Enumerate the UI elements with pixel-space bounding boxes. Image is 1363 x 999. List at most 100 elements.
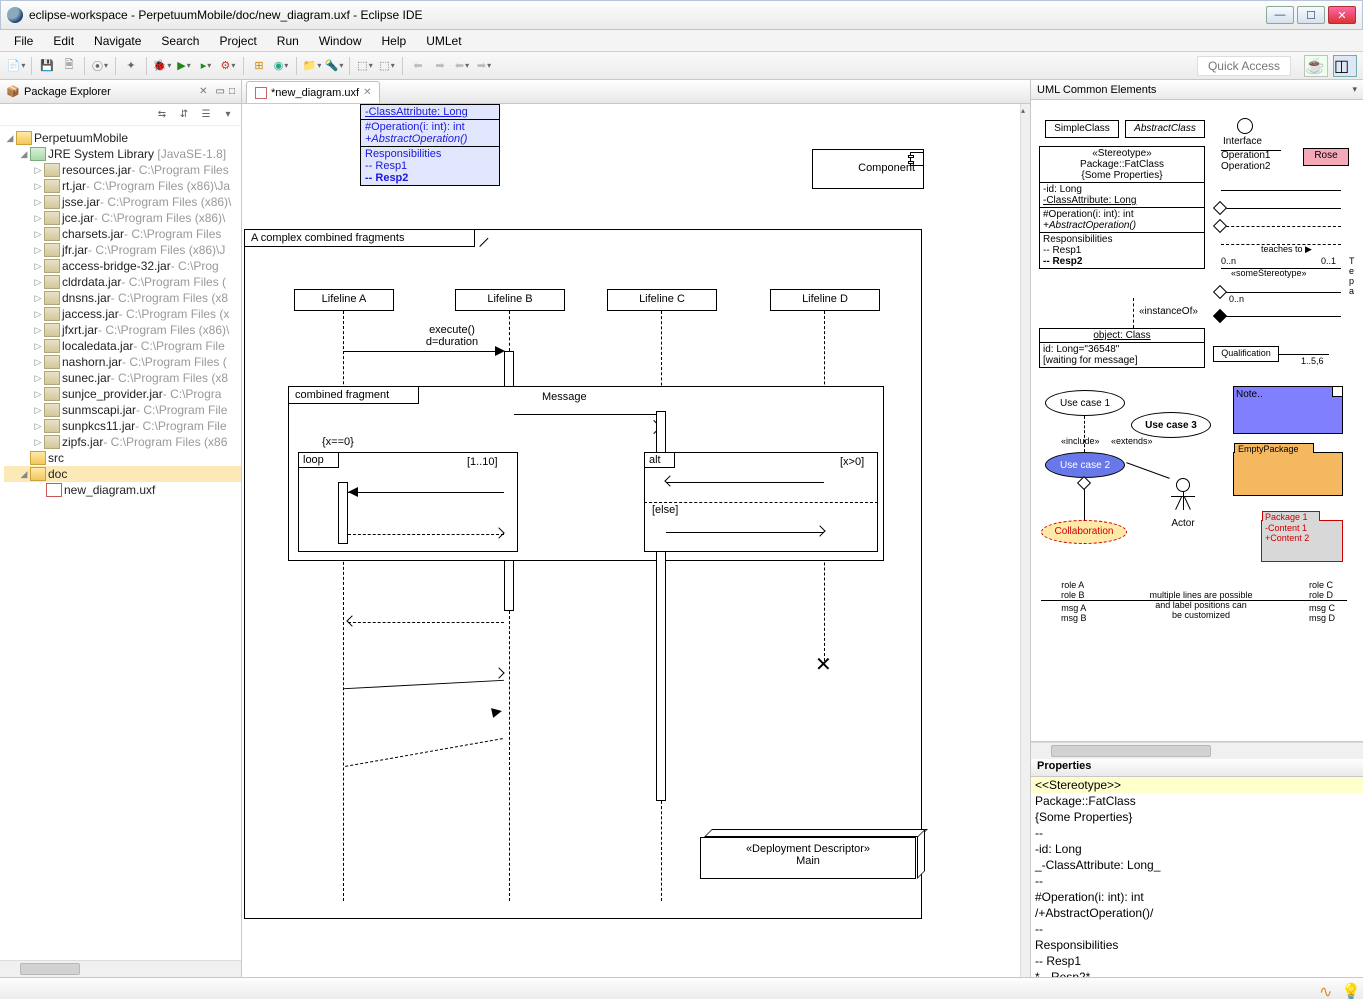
menu-project[interactable]: Project bbox=[211, 32, 264, 50]
tab-close-icon[interactable]: ✕ bbox=[363, 87, 371, 98]
quick-access[interactable]: Quick Access bbox=[1197, 56, 1291, 76]
tip-icon[interactable]: 💡 bbox=[1341, 982, 1355, 996]
jar-item[interactable]: ▷charsets.jar - C:\Program Files bbox=[4, 226, 241, 242]
maximize-button[interactable]: ☐ bbox=[1297, 6, 1325, 24]
doc-folder[interactable]: doc bbox=[48, 467, 67, 481]
pal-actor[interactable]: Actor bbox=[1163, 478, 1203, 529]
menu-edit[interactable]: Edit bbox=[45, 32, 82, 50]
save-button[interactable]: 💾 bbox=[37, 56, 57, 76]
loop-return[interactable] bbox=[348, 534, 504, 535]
editor-vscrollbar[interactable]: ▴ bbox=[1020, 104, 1030, 977]
property-line[interactable]: {Some Properties} bbox=[1031, 809, 1363, 825]
search-button[interactable]: 🔦 bbox=[324, 56, 344, 76]
forward-button[interactable]: ➡ bbox=[430, 56, 450, 76]
activation-a[interactable] bbox=[338, 482, 348, 544]
pal-fatclass[interactable]: «Stereotype»Package::FatClass{Some Prope… bbox=[1039, 146, 1205, 269]
menu-window[interactable]: Window bbox=[311, 32, 370, 50]
jar-item[interactable]: ▷rt.jar - C:\Program Files (x86)\Ja bbox=[4, 178, 241, 194]
lifeline-d[interactable]: Lifeline D bbox=[770, 289, 880, 311]
properties-editor[interactable]: <<Stereotype>>Package::FatClass{Some Pro… bbox=[1031, 777, 1363, 977]
palette-dropdown-icon[interactable]: ▾ bbox=[1352, 84, 1357, 95]
jar-item[interactable]: ▷nashorn.jar - C:\Program Files ( bbox=[4, 354, 241, 370]
pal-assoc[interactable] bbox=[1221, 190, 1341, 191]
property-line[interactable]: -- bbox=[1031, 825, 1363, 841]
loop-msg1[interactable] bbox=[348, 492, 504, 493]
property-line[interactable]: _-ClassAttribute: Long_ bbox=[1031, 857, 1363, 873]
pal-gen[interactable] bbox=[1221, 208, 1341, 209]
open-type-button[interactable]: 📁 bbox=[302, 56, 322, 76]
src-folder[interactable]: src bbox=[48, 451, 64, 465]
property-line[interactable]: -- Resp1 bbox=[1031, 953, 1363, 969]
pal-note[interactable]: Note.. bbox=[1233, 386, 1343, 434]
pal-empty-package[interactable]: EmptyPackage bbox=[1233, 452, 1343, 496]
skip-breakpoints-button[interactable]: ⦿ bbox=[90, 56, 110, 76]
jre-label[interactable]: JRE System Library bbox=[48, 147, 154, 161]
property-line[interactable]: /+AbstractOperation()/ bbox=[1031, 905, 1363, 921]
pal-collaboration[interactable]: Collaboration bbox=[1041, 520, 1127, 544]
project-tree[interactable]: ◢PerpetuumMobile ◢JRE System Library [Ja… bbox=[0, 126, 241, 960]
sequence-frame[interactable]: A complex combined fragments bbox=[244, 229, 922, 919]
menu-search[interactable]: Search bbox=[153, 32, 207, 50]
uxf-file[interactable]: new_diagram.uxf bbox=[64, 483, 155, 497]
property-line[interactable]: -- bbox=[1031, 873, 1363, 889]
jar-item[interactable]: ▷resources.jar - C:\Program Files bbox=[4, 162, 241, 178]
tree-hscrollbar[interactable] bbox=[0, 960, 241, 977]
pal-agg[interactable] bbox=[1221, 292, 1341, 293]
jar-item[interactable]: ▷sunec.jar - C:\Program Files (x8 bbox=[4, 370, 241, 386]
view-close-icon[interactable]: ✕ bbox=[195, 86, 211, 97]
pal-usecase2[interactable]: Use case 2 bbox=[1045, 452, 1125, 478]
jar-item[interactable]: ▷access-bridge-32.jar - C:\Prog bbox=[4, 258, 241, 274]
view-maximize-icon[interactable]: □ bbox=[229, 86, 235, 97]
editor-tab[interactable]: *new_diagram.uxf ✕ bbox=[246, 81, 380, 103]
run-button[interactable]: ▶ bbox=[174, 56, 194, 76]
new-package-button[interactable]: ⊞ bbox=[249, 56, 269, 76]
property-line[interactable]: -id: Long bbox=[1031, 841, 1363, 857]
magic-button[interactable]: ✦ bbox=[121, 56, 141, 76]
back-button[interactable]: ⬅ bbox=[408, 56, 428, 76]
pal-rose[interactable]: Rose bbox=[1303, 148, 1349, 166]
palette-canvas[interactable]: SimpleClass AbstractClass «Stereotype»Pa… bbox=[1031, 100, 1363, 742]
property-line[interactable]: -- bbox=[1031, 921, 1363, 937]
lifeline-a[interactable]: Lifeline A bbox=[294, 289, 394, 311]
next-annotation-button[interactable]: ➡ bbox=[474, 56, 494, 76]
external-tools-button[interactable]: ⚙ bbox=[218, 56, 238, 76]
deployment-node[interactable]: «Deployment Descriptor» Main bbox=[700, 829, 924, 879]
view-menu-icon[interactable]: ▾ bbox=[221, 108, 235, 122]
project-name[interactable]: PerpetuumMobile bbox=[34, 131, 128, 145]
link-editor-icon[interactable]: ⇵ bbox=[177, 108, 191, 122]
pal-object[interactable]: object: Class id: Long="36548"[waiting f… bbox=[1039, 328, 1205, 368]
uml-component[interactable]: Component bbox=[812, 149, 924, 189]
msg-b-c[interactable] bbox=[514, 414, 656, 415]
diagram-canvas[interactable]: -ClassAttribute: Long #Operation(i: int)… bbox=[242, 104, 1030, 977]
menu-navigate[interactable]: Navigate bbox=[86, 32, 149, 50]
pal-qualification[interactable]: Qualification bbox=[1213, 346, 1279, 362]
close-button[interactable]: ✕ bbox=[1328, 6, 1356, 24]
perspective-umlet[interactable]: ◫ bbox=[1333, 55, 1357, 77]
alt-msg1[interactable] bbox=[666, 482, 824, 483]
nav-button-1[interactable]: ⬚ bbox=[355, 56, 375, 76]
rss-icon[interactable]: ∿ bbox=[1319, 982, 1333, 996]
pal-package1[interactable]: Package 1 -Content 1+Content 2 bbox=[1261, 520, 1343, 562]
property-line[interactable]: <<Stereotype>> bbox=[1031, 777, 1363, 793]
palette-header[interactable]: UML Common Elements ▾ bbox=[1031, 80, 1363, 100]
jar-item[interactable]: ▷jfxrt.jar - C:\Program Files (x86)\ bbox=[4, 322, 241, 338]
property-line[interactable]: Package::FatClass bbox=[1031, 793, 1363, 809]
jar-item[interactable]: ▷sunjce_provider.jar - C:\Progra bbox=[4, 386, 241, 402]
debug-button[interactable]: 🐞 bbox=[152, 56, 172, 76]
lifeline-b[interactable]: Lifeline B bbox=[455, 289, 565, 311]
pal-usecase1[interactable]: Use case 1 bbox=[1045, 390, 1125, 416]
last-edit-button[interactable]: ⬅ bbox=[452, 56, 472, 76]
alt-msg2[interactable] bbox=[666, 532, 824, 533]
pal-interface[interactable] bbox=[1237, 118, 1253, 134]
pal-comp[interactable] bbox=[1221, 316, 1341, 317]
perspective-java[interactable]: ☕ bbox=[1304, 55, 1328, 77]
lifeline-c[interactable]: Lifeline C bbox=[607, 289, 717, 311]
pal-abstractclass[interactable]: AbstractClass bbox=[1125, 120, 1205, 138]
property-line[interactable]: #Operation(i: int): int bbox=[1031, 889, 1363, 905]
jar-item[interactable]: ▷sunpkcs11.jar - C:\Program File bbox=[4, 418, 241, 434]
minimize-button[interactable]: — bbox=[1266, 6, 1294, 24]
save-all-button[interactable]: 🗎 bbox=[59, 56, 79, 76]
collapse-all-icon[interactable]: ⇆ bbox=[155, 108, 169, 122]
menu-run[interactable]: Run bbox=[269, 32, 307, 50]
view-minimize-icon[interactable]: ▭ bbox=[216, 86, 225, 97]
